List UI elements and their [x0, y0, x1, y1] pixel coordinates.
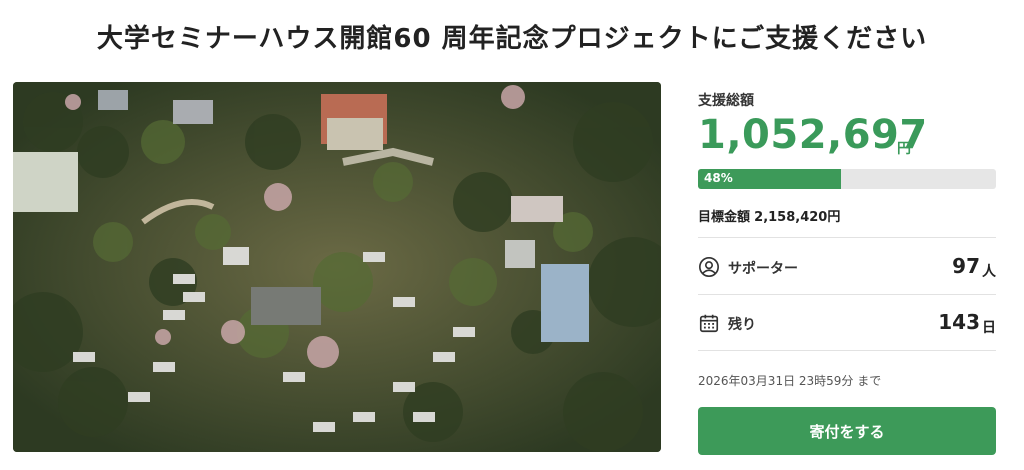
total-amount-label: 支援総額	[698, 93, 754, 109]
total-amount-value: 1,052,697	[698, 112, 928, 158]
page-title: 大学セミナーハウス開館60 周年記念プロジェクトにご支援ください	[96, 24, 928, 54]
project-photo	[13, 82, 661, 452]
goal-amount-label: 目標金額	[698, 210, 751, 225]
funding-progress-bar: 48%	[698, 169, 996, 189]
remaining-label: 残り	[728, 317, 756, 333]
goal-amount: 目標金額 2,158,420円	[698, 206, 840, 225]
remaining-unit: 日	[982, 320, 996, 336]
supporters-label: サポーター	[728, 261, 798, 277]
remaining-row: 残り 143 日	[698, 308, 996, 338]
deadline-text: 2026年03月31日 23時59分 まで	[698, 374, 882, 388]
remaining-days: 143	[938, 310, 980, 334]
divider	[698, 237, 996, 238]
supporters-unit: 人	[982, 264, 996, 280]
person-circle-icon	[699, 257, 719, 277]
calendar-icon	[699, 314, 719, 333]
funding-progress-percent: 48%	[704, 171, 733, 185]
total-amount-unit: 円	[897, 141, 911, 157]
divider	[698, 294, 996, 295]
goal-amount-value: 2,158,420円	[754, 210, 841, 225]
supporters-count: 97	[952, 254, 980, 278]
donate-button[interactable]: 寄付をする	[698, 407, 996, 455]
funding-progress-fill: 48%	[698, 169, 842, 189]
supporters-row: サポーター 97 人	[698, 252, 996, 282]
divider	[698, 350, 996, 351]
